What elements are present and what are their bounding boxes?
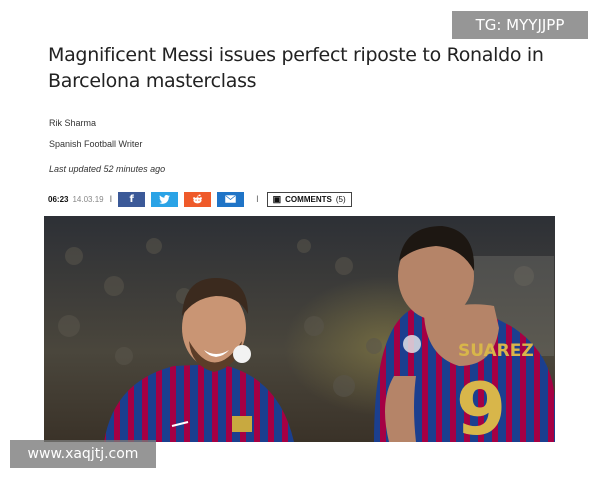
- envelope-icon: [225, 195, 236, 203]
- last-updated: Last updated 52 minutes ago: [49, 164, 166, 174]
- author-name[interactable]: Rik Sharma: [49, 118, 96, 128]
- article: Magnificent Messi issues perfect riposte…: [44, 22, 555, 442]
- separator: I: [109, 194, 113, 204]
- players-celebrating-image: SUAREZ 9: [44, 216, 555, 442]
- watermark-bottom-left: www.xaqjtj.com: [10, 440, 156, 468]
- share-facebook-button[interactable]: f: [118, 191, 146, 207]
- article-photo[interactable]: SUAREZ 9: [44, 216, 555, 442]
- comment-bubble-icon: ▣: [272, 193, 282, 204]
- separator: I: [256, 194, 259, 204]
- share-twitter-button[interactable]: [151, 191, 179, 207]
- twitter-icon: [159, 194, 171, 204]
- share-bar: 06:23 14.03.19 I f I ▣ COMMENTS (5): [48, 191, 368, 207]
- publish-date: 14.03.19: [72, 194, 104, 204]
- share-email-button[interactable]: [217, 191, 245, 207]
- headline: Magnificent Messi issues perfect riposte…: [48, 44, 544, 92]
- publish-time: 06:23: [48, 194, 69, 204]
- watermark-top-right: TG: MYYJJPP: [452, 11, 588, 39]
- author-role: Spanish Football Writer: [49, 139, 143, 149]
- share-reddit-button[interactable]: [184, 191, 212, 207]
- facebook-icon: f: [129, 193, 134, 205]
- comments-button[interactable]: ▣ COMMENTS (5): [266, 191, 352, 207]
- reddit-icon: [193, 194, 203, 204]
- comments-count: (5): [335, 194, 346, 204]
- jersey-name-text: SUAREZ: [458, 341, 534, 361]
- jersey-number-text: 9: [456, 367, 506, 442]
- comments-label: COMMENTS: [285, 194, 332, 204]
